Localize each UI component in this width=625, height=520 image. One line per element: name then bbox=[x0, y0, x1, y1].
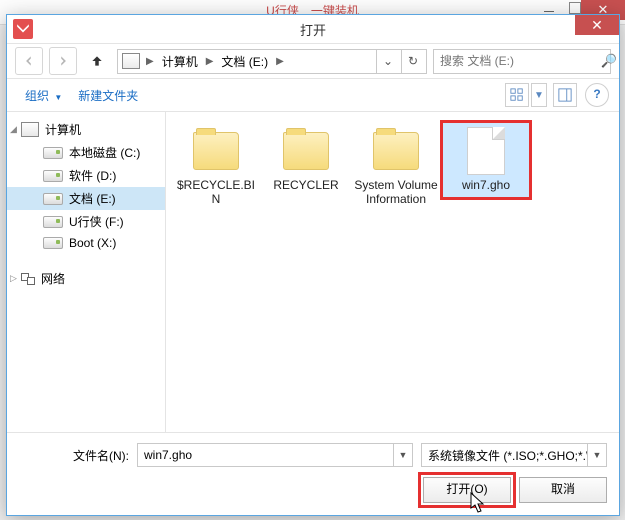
folder-icon bbox=[373, 132, 419, 170]
main-area: ◢ 计算机 本地磁盘 (C:) 软件 (D:) 文档 (E:) U行侠 (F:) bbox=[7, 112, 619, 432]
disk-icon bbox=[43, 170, 63, 182]
file-icon bbox=[467, 127, 505, 175]
filetype-filter[interactable]: 系统镜像文件 (*.ISO;*.GHO;*.W ▼ bbox=[421, 443, 607, 467]
chevron-right-icon[interactable]: ▶ bbox=[274, 56, 286, 67]
chevron-right-icon[interactable]: ▶ bbox=[204, 56, 216, 67]
breadcrumb[interactable]: ▶ 计算机 ▶ 文档 (E:) ▶ ⌄ ↻ bbox=[117, 49, 427, 74]
arrow-right-icon bbox=[56, 54, 70, 68]
new-folder-button[interactable]: 新建文件夹 bbox=[70, 83, 146, 108]
breadcrumb-dropdown[interactable]: ⌄ bbox=[376, 50, 399, 73]
address-bar: ▶ 计算机 ▶ 文档 (E:) ▶ ⌄ ↻ 🔍 bbox=[7, 44, 619, 79]
chevron-down-icon: ▼ bbox=[52, 93, 62, 102]
nav-drive-d[interactable]: 软件 (D:) bbox=[7, 164, 165, 187]
computer-icon bbox=[122, 53, 140, 69]
search-input[interactable] bbox=[438, 53, 597, 69]
file-list[interactable]: $RECYCLE.BIN RECYCLER System Volume Info… bbox=[166, 112, 619, 432]
folder-icon bbox=[193, 132, 239, 170]
disk-icon bbox=[43, 216, 63, 228]
new-folder-label: 新建文件夹 bbox=[78, 89, 138, 103]
organize-label: 组织 bbox=[25, 89, 49, 103]
thumbs-icon bbox=[510, 88, 524, 102]
folder-recycler[interactable]: RECYCLER bbox=[262, 122, 350, 198]
app-icon bbox=[13, 19, 33, 39]
filetype-text: 系统镜像文件 (*.ISO;*.GHO;*.W bbox=[422, 447, 587, 464]
view-mode-dropdown[interactable]: ▼ bbox=[531, 83, 547, 107]
file-win7-gho[interactable]: win7.gho bbox=[442, 122, 530, 198]
nav-drive-e[interactable]: 文档 (E:) bbox=[7, 187, 165, 210]
view-mode-button[interactable] bbox=[505, 83, 529, 107]
background-window-controls bbox=[544, 2, 581, 14]
filename-input[interactable] bbox=[138, 448, 393, 462]
nav-drive-label: 文档 (E:) bbox=[69, 190, 116, 207]
close-button[interactable]: ✕ bbox=[575, 15, 619, 35]
arrow-up-icon bbox=[90, 54, 104, 68]
nav-network[interactable]: ▷ 网络 bbox=[7, 267, 165, 290]
nav-drive-label: 软件 (D:) bbox=[69, 167, 116, 184]
expand-icon[interactable]: ◢ bbox=[10, 124, 17, 135]
nav-drive-label: U行侠 (F:) bbox=[69, 213, 124, 230]
navigation-pane[interactable]: ◢ 计算机 本地磁盘 (C:) 软件 (D:) 文档 (E:) U行侠 (F:) bbox=[7, 112, 166, 432]
toolbar: 组织 ▼ 新建文件夹 ▼ bbox=[7, 79, 619, 112]
folder-recycle-bin[interactable]: $RECYCLE.BIN bbox=[172, 122, 260, 212]
breadcrumb-computer[interactable]: 计算机 bbox=[158, 51, 202, 72]
nav-up-button[interactable] bbox=[83, 47, 111, 75]
preview-pane-toggle[interactable] bbox=[553, 83, 577, 107]
organize-button[interactable]: 组织 ▼ bbox=[17, 83, 70, 108]
file-label: RECYCLER bbox=[264, 178, 348, 192]
disk-icon bbox=[43, 237, 63, 249]
nav-computer[interactable]: ◢ 计算机 bbox=[7, 118, 165, 141]
filetype-dropdown[interactable]: ▼ bbox=[587, 444, 606, 466]
disk-icon bbox=[43, 193, 63, 205]
nav-drive-f[interactable]: U行侠 (F:) bbox=[7, 210, 165, 233]
dialog-titlebar: 打开 ✕ bbox=[7, 15, 619, 44]
breadcrumb-location[interactable]: 文档 (E:) bbox=[217, 51, 272, 72]
chevron-right-icon[interactable]: ▶ bbox=[144, 56, 156, 67]
open-button[interactable]: 打开(O) bbox=[423, 477, 511, 503]
cancel-button[interactable]: 取消 bbox=[519, 477, 607, 503]
dialog-title: 打开 bbox=[7, 20, 619, 39]
background-maximize-icon bbox=[569, 2, 581, 14]
nav-network-label: 网络 bbox=[41, 270, 65, 287]
nav-drive-label: Boot (X:) bbox=[69, 236, 116, 250]
nav-back-button[interactable] bbox=[15, 47, 43, 75]
folder-icon bbox=[283, 132, 329, 170]
refresh-button[interactable]: ↻ bbox=[401, 50, 424, 73]
open-file-dialog: 打开 ✕ ▶ 计算机 ▶ 文档 (E:) ▶ ⌄ ↻ 🔍 组 bbox=[6, 14, 620, 516]
preview-pane-icon bbox=[558, 88, 572, 102]
filename-dropdown[interactable]: ▼ bbox=[393, 444, 412, 466]
disk-icon bbox=[43, 147, 63, 159]
help-button[interactable]: ? bbox=[585, 83, 609, 107]
nav-computer-label: 计算机 bbox=[45, 121, 81, 138]
open-button-label: 打开(O) bbox=[446, 482, 487, 496]
nav-drive-label: 本地磁盘 (C:) bbox=[69, 144, 140, 161]
view-controls: ▼ bbox=[505, 83, 547, 107]
file-label: System Volume Information bbox=[354, 178, 438, 206]
filename-combo[interactable]: ▼ bbox=[137, 443, 413, 467]
filename-label: 文件名(N): bbox=[19, 447, 129, 464]
computer-icon bbox=[21, 122, 39, 137]
file-label: win7.gho bbox=[444, 178, 528, 192]
nav-drive-x[interactable]: Boot (X:) bbox=[7, 233, 165, 253]
folder-system-volume-information[interactable]: System Volume Information bbox=[352, 122, 440, 212]
file-label: $RECYCLE.BIN bbox=[174, 178, 258, 206]
search-icon[interactable]: 🔍 bbox=[601, 53, 617, 69]
background-minimize-icon bbox=[544, 11, 554, 12]
expand-icon[interactable]: ▷ bbox=[10, 273, 17, 284]
search-box[interactable]: 🔍 bbox=[433, 49, 611, 74]
dialog-footer: 文件名(N): ▼ 系统镜像文件 (*.ISO;*.GHO;*.W ▼ 打开(O… bbox=[7, 432, 619, 515]
network-icon bbox=[21, 273, 35, 285]
nav-forward-button[interactable] bbox=[49, 47, 77, 75]
cancel-button-label: 取消 bbox=[551, 482, 575, 496]
nav-drive-c[interactable]: 本地磁盘 (C:) bbox=[7, 141, 165, 164]
arrow-left-icon bbox=[22, 54, 36, 68]
